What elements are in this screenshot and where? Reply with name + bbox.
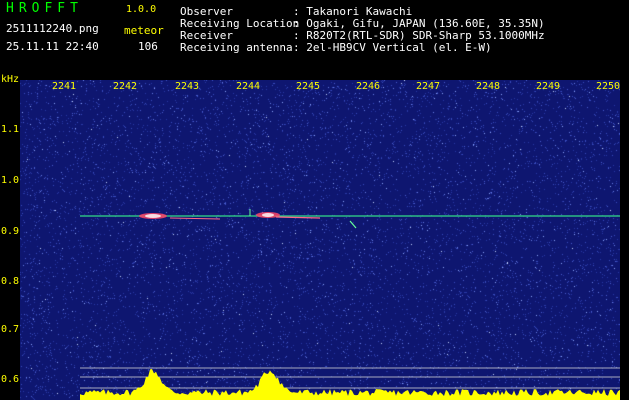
x-tick-2241: 2241	[52, 81, 77, 92]
y-tick-0-9: 0.9	[1, 226, 20, 237]
x-tick-2242: 2242	[113, 81, 138, 92]
x-tick-2248: 2248	[476, 81, 501, 92]
antenna-key: Receiving antenna	[180, 41, 293, 54]
x-tick-2246: 2246	[356, 81, 381, 92]
x-tick-2243: 2243	[175, 81, 200, 92]
y-axis-unit: kHz	[1, 74, 20, 85]
x-tick-2245: 2245	[296, 81, 321, 92]
y-tick-0-7: 0.7	[1, 324, 20, 335]
x-tick-2249: 2249	[536, 81, 561, 92]
meteor-count: 106	[138, 40, 158, 53]
activity-histogram	[80, 369, 620, 400]
station-info: Observer: Takanori Kawachi Receiving Loc…	[180, 6, 545, 54]
y-tick-1-0: 1.0	[1, 175, 20, 186]
date-time: 25.11.11 22:40	[6, 40, 99, 53]
file-name: 2511112240.png	[6, 22, 99, 35]
meteor-echo-1	[139, 213, 167, 219]
meteor-echo-2	[256, 212, 321, 219]
antenna-value: : 2el-HB9CV Vertical (el. E-W)	[293, 41, 492, 54]
antenna-row: Receiving antenna: 2el-HB9CV Vertical (e…	[180, 42, 545, 54]
x-tick-2250: 2250	[596, 81, 621, 92]
y-tick-0-8: 0.8	[1, 276, 20, 287]
meteor-label: meteor	[124, 24, 164, 37]
app-title: HROFFT	[6, 1, 83, 16]
meteor-echo-3	[169, 209, 357, 229]
y-tick-1-1: 1.1	[1, 124, 20, 135]
x-tick-2244: 2244	[236, 81, 261, 92]
app-version: 1.0.0	[126, 4, 157, 15]
spectrogram-overlay	[80, 209, 620, 400]
y-tick-0-6: 0.6	[1, 374, 20, 385]
x-tick-2247: 2247	[416, 81, 441, 92]
spectrogram	[20, 80, 620, 400]
